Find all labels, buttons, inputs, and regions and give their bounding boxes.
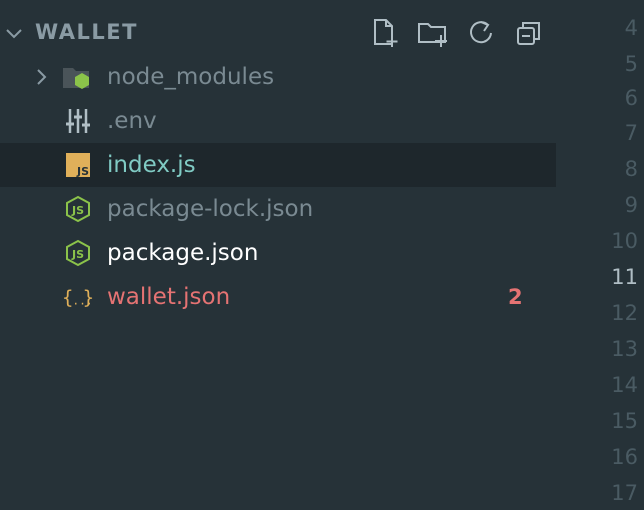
line-number: 6 <box>624 86 638 110</box>
line-number: 4 <box>624 16 638 40</box>
svg-text:JS: JS <box>71 248 84 261</box>
line-number: 10 <box>611 229 638 253</box>
line-number: 13 <box>611 337 638 361</box>
settings-sliders-icon <box>62 107 94 135</box>
explorer-header[interactable]: WALLET <box>0 12 556 56</box>
tree-item-package-lock-json[interactable]: JS package-lock.json <box>0 187 556 231</box>
new-folder-icon[interactable] <box>416 16 450 50</box>
line-number: 17 <box>611 481 638 505</box>
tree-item-label: .env <box>107 108 157 134</box>
line-number-gutter: 4 5 6 7 8 9 10 11 12 13 14 15 16 17 <box>556 0 644 510</box>
tree-item-label: package.json <box>107 240 259 266</box>
tree-item-label: index.js <box>107 152 196 178</box>
svg-text:JS: JS <box>76 165 89 178</box>
chevron-down-icon[interactable] <box>4 24 24 44</box>
tree-item-label: node_modules <box>107 64 275 90</box>
svg-text:}: } <box>83 288 94 309</box>
node-folder-icon <box>62 63 94 91</box>
line-number: 12 <box>611 301 638 325</box>
chevron-right-icon[interactable] <box>32 67 52 87</box>
line-number-active: 11 <box>611 265 638 289</box>
tree-item-index-js[interactable]: JS index.js <box>0 143 556 187</box>
tree-item-env[interactable]: .env <box>0 99 556 143</box>
explorer-pane: WALLET node_modules .env JS index.js JS … <box>0 0 556 510</box>
nodejs-icon: JS <box>62 195 94 223</box>
tree-item-package-json[interactable]: JS package.json <box>0 231 556 275</box>
json-braces-icon: { ... } <box>62 283 94 311</box>
tree-item-label: wallet.json <box>107 284 231 310</box>
problem-count-badge: 2 <box>508 285 523 309</box>
tree-item-label: package-lock.json <box>107 196 314 222</box>
line-number: 5 <box>624 52 638 76</box>
file-tree: node_modules .env JS index.js JS package… <box>0 55 556 319</box>
tree-item-wallet-json[interactable]: { ... } wallet.json 2 <box>0 275 556 319</box>
new-file-icon[interactable] <box>368 16 402 50</box>
editor-window: WALLET node_modules .env JS index.js JS … <box>0 0 644 510</box>
line-number: 15 <box>611 409 638 433</box>
line-number: 7 <box>624 121 638 145</box>
tree-item-node-modules[interactable]: node_modules <box>0 55 556 99</box>
line-number: 16 <box>611 445 638 469</box>
line-number: 8 <box>624 157 638 181</box>
javascript-icon: JS <box>62 151 94 179</box>
line-number: 9 <box>624 193 638 217</box>
svg-text:JS: JS <box>71 204 84 217</box>
refresh-icon[interactable] <box>464 16 498 50</box>
collapse-all-icon[interactable] <box>512 16 546 50</box>
line-number: 14 <box>611 373 638 397</box>
folder-title: WALLET <box>35 20 138 44</box>
nodejs-icon: JS <box>62 239 94 267</box>
explorer-actions <box>368 16 546 52</box>
